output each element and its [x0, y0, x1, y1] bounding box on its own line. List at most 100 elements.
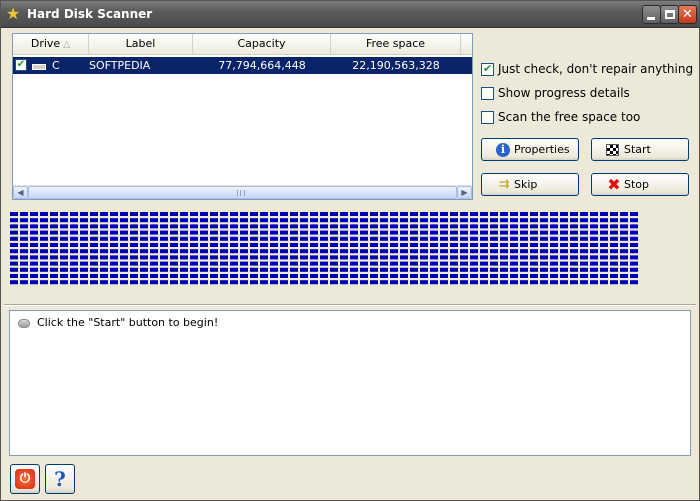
- disk-block: [480, 230, 488, 235]
- disk-block: [530, 218, 538, 223]
- disk-block: [440, 218, 448, 223]
- disk-block: [550, 218, 558, 223]
- disk-block: [400, 267, 408, 272]
- disk-block: [620, 267, 628, 272]
- disk-block: [240, 249, 248, 254]
- disk-block: [420, 267, 428, 272]
- disk-block: [420, 249, 428, 254]
- disk-block: [250, 280, 258, 285]
- disk-block: [390, 280, 398, 285]
- drive-row-checkbox[interactable]: ✔: [15, 59, 27, 71]
- disk-block: [490, 274, 498, 278]
- disk-block: [60, 236, 68, 241]
- disk-block: [450, 212, 458, 216]
- disk-block: [470, 236, 478, 241]
- disk-block: [70, 280, 78, 285]
- disk-block: [380, 249, 388, 254]
- show-progress-label[interactable]: Show progress details: [498, 86, 630, 100]
- disk-block: [60, 255, 68, 260]
- disk-block: [40, 212, 48, 216]
- disk-block: [400, 218, 408, 223]
- disk-block: [80, 274, 88, 278]
- skip-button[interactable]: ⇉ Skip: [481, 173, 579, 196]
- disk-block: [540, 224, 548, 229]
- maximize-button[interactable]: [660, 5, 679, 24]
- disk-block: [590, 274, 598, 278]
- disk-block: [470, 230, 478, 235]
- disk-block: [250, 267, 258, 272]
- disk-block: [220, 249, 228, 254]
- disk-block: [80, 261, 88, 266]
- star-icon: ★: [6, 4, 21, 23]
- disk-block: [40, 255, 48, 260]
- scroll-left-button[interactable]: ◀: [13, 186, 28, 199]
- title-bar[interactable]: ★ Hard Disk Scanner ✕: [1, 1, 699, 28]
- disk-block: [180, 236, 188, 241]
- disk-block: [210, 267, 218, 272]
- scrollbar-thumb[interactable]: [28, 186, 457, 199]
- disk-block: [370, 261, 378, 266]
- disk-block: [530, 267, 538, 272]
- stop-button[interactable]: ✖ Stop: [591, 173, 689, 196]
- disk-block: [120, 224, 128, 229]
- disk-block: [170, 249, 178, 254]
- properties-button[interactable]: i Properties: [481, 138, 579, 161]
- drive-list[interactable]: Drive △ Label Capacity Free space ✔ C SOF…: [12, 33, 473, 200]
- disk-block: [300, 274, 308, 278]
- help-button[interactable]: ?: [45, 464, 75, 494]
- scan-free-space-checkbox[interactable]: [481, 111, 494, 124]
- disk-block: [10, 274, 18, 278]
- drive-letter: C: [52, 59, 60, 72]
- column-header-capacity[interactable]: Capacity: [193, 34, 331, 54]
- drive-row[interactable]: ✔ C SOFTPEDIA 77,794,664,448 22,190,563,…: [13, 57, 472, 74]
- disk-block: [140, 224, 148, 229]
- disk-block: [570, 224, 578, 229]
- disk-block: [620, 243, 628, 247]
- horizontal-scrollbar[interactable]: ◀ ▶: [13, 185, 472, 199]
- disk-block: [130, 249, 138, 254]
- disk-block: [80, 280, 88, 285]
- just-check-label[interactable]: Just check, don't repair anything: [498, 62, 693, 76]
- exit-button[interactable]: ⏻: [10, 464, 40, 494]
- disk-block: [530, 274, 538, 278]
- disk-block: [290, 261, 298, 266]
- disk-block: [220, 261, 228, 266]
- disk-block: [200, 230, 208, 235]
- disk-block: [570, 218, 578, 223]
- disk-block: [30, 212, 38, 216]
- disk-block: [190, 230, 198, 235]
- disk-block: [100, 255, 108, 260]
- stop-x-icon: ✖: [607, 175, 621, 194]
- minimize-button[interactable]: [642, 5, 661, 24]
- disk-block: [520, 212, 528, 216]
- disk-block: [270, 255, 278, 260]
- disk-block: [550, 224, 558, 229]
- just-check-checkbox[interactable]: [481, 62, 494, 76]
- disk-block: [370, 274, 378, 278]
- disk-block: [10, 255, 18, 260]
- disk-block: [530, 243, 538, 247]
- disk-block: [330, 224, 338, 229]
- disk-block: [130, 267, 138, 272]
- column-header-free-space[interactable]: Free space: [331, 34, 461, 54]
- disk-block: [230, 230, 238, 235]
- disk-block: [240, 274, 248, 278]
- disk-block: [300, 230, 308, 235]
- disk-block: [20, 243, 28, 247]
- disk-block: [60, 218, 68, 223]
- close-button[interactable]: ✕: [678, 5, 697, 24]
- disk-block: [440, 243, 448, 247]
- column-header-drive[interactable]: Drive △: [13, 34, 89, 54]
- disk-block: [440, 224, 448, 229]
- scan-free-space-label[interactable]: Scan the free space too: [498, 110, 640, 124]
- disk-block: [180, 280, 188, 285]
- show-progress-checkbox[interactable]: [481, 87, 494, 100]
- disk-block: [250, 212, 258, 216]
- disk-block: [410, 230, 418, 235]
- column-header-label[interactable]: Label: [89, 34, 193, 54]
- scroll-right-button[interactable]: ▶: [457, 186, 472, 199]
- disk-block: [60, 212, 68, 216]
- log-panel[interactable]: Click the "Start" button to begin!: [9, 310, 691, 456]
- disk-block: [50, 212, 58, 216]
- start-button[interactable]: Start: [591, 138, 689, 161]
